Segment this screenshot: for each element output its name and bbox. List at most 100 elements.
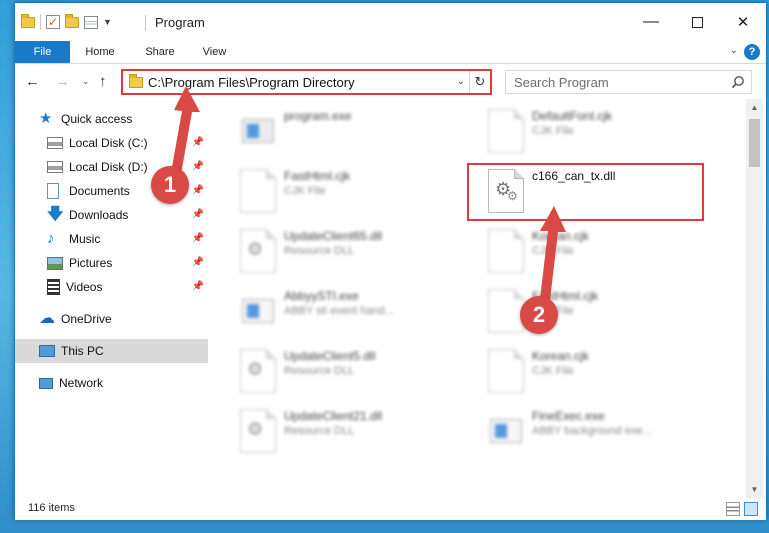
file-type: CJK File [284,185,326,197]
expand-ribbon-icon[interactable]: ⌄ [730,45,738,56]
drive-icon [47,137,63,149]
details-view-icon[interactable] [726,502,740,516]
recent-locations-dropdown-icon[interactable]: ⌄ [82,76,90,87]
up-arrow-icon[interactable]: ↑ [99,73,107,90]
search-placeholder: Search Program [514,75,609,90]
sidebar-item-music[interactable]: ♪ Music 📌 [47,227,208,251]
sidebar-item-label: Videos [66,280,103,294]
callout-arrow-2 [540,206,566,300]
sidebar-item-this-pc[interactable]: This PC [15,339,208,363]
pin-icon: 📌 [191,281,204,292]
network-icon [39,377,53,389]
file-item[interactable]: ⚙ UpdateClient21.dll Resource DLL [212,403,452,461]
sidebar-item-label: Pictures [69,256,113,270]
file-item[interactable]: Korean.cjk CJK File [460,343,700,401]
file-item[interactable]: AbbyySTI.exe ABBY sti event hand... [212,283,452,341]
large-icons-view-icon[interactable] [744,502,758,516]
scroll-up-icon[interactable]: ▲ [746,99,763,116]
sidebar-item-label: Network [59,376,104,390]
file-type: Resource DLL [284,425,355,437]
file-item[interactable]: ⚙ UpdateClient5.dll Resource DLL [212,343,452,401]
window-controls: — ✕ [628,3,766,41]
address-dropdown-icon[interactable]: ⌄ [457,76,465,87]
file-item[interactable]: FastHtml.cjk CJK File [212,163,452,221]
callout-badge-2: 2 [520,296,558,334]
tab-home[interactable]: Home [75,41,125,63]
file-name: FastHtml.cjk [284,169,350,183]
file-name: UpdateClient21.dll [284,409,383,423]
file-name: FineExec.exe [532,409,605,423]
file-name: DefaultFont.cjk [532,109,613,123]
search-input[interactable]: Search Program [505,70,752,94]
sidebar-item-label: Quick access [61,112,133,126]
file-type: Resource DLL [284,365,355,377]
file-name: program.exe [284,109,352,123]
dll-gear-icon: ⚙ [240,409,276,453]
drive-icon [47,161,63,173]
download-arrow-icon: 🡇 [47,206,64,223]
file-highlight-box [467,163,704,221]
item-count: 116 items [28,502,75,514]
file-list: program.exe DefaultFont.cjk CJK File Fas… [212,99,746,498]
dll-gear-icon: ⚙ [240,349,276,393]
file-item[interactable]: program.exe [212,103,452,161]
file-item[interactable]: FineExec.exe ABBY background exe... [460,403,700,461]
back-arrow-icon[interactable]: ← [25,73,40,90]
file-explorer-window: ✓ ▼ Program — ✕ File Home Share View ⌄ ?… [14,2,767,520]
file-name: Korean.cjk [532,349,589,363]
customize-toolbar-dropdown-icon[interactable]: ▼ [103,17,112,27]
file-item[interactable]: ⚙ UpdateClient65.dll Resource DLL [212,223,452,281]
document-icon [488,349,524,393]
minimize-button[interactable]: — [628,3,674,41]
sidebar-item-label: OneDrive [61,312,112,326]
app-icon [488,409,524,453]
refresh-icon[interactable]: ↻ [469,71,490,93]
tab-file[interactable]: File [15,41,70,63]
sidebar-item-label: Local Disk (D:) [69,160,148,174]
sidebar-item-pictures[interactable]: Pictures 📌 [47,251,208,275]
sidebar-item-label: Local Disk (C:) [69,136,148,150]
sidebar-item-network[interactable]: Network [39,371,232,395]
divider [145,15,146,31]
documents-icon [47,183,59,199]
properties-icon[interactable] [84,15,98,29]
document-icon [488,289,524,333]
close-button[interactable]: ✕ [720,3,766,41]
maximize-button[interactable] [674,3,720,41]
file-type: Resource DLL [284,245,355,257]
file-type: ABBY background exe... [532,425,652,437]
folder-icon[interactable] [21,13,35,28]
tab-view[interactable]: View [192,41,237,63]
ribbon-tabs: File Home Share View ⌄ ? [15,41,766,64]
vertical-scrollbar[interactable]: ▲ ▼ [746,99,763,498]
scrollbar-thumb[interactable] [749,119,760,167]
monitor-icon [39,345,55,357]
file-item[interactable]: Korean.cjk CJK File [460,223,700,281]
sidebar-item-label: This PC [61,344,104,358]
properties-check-icon[interactable]: ✓ [46,15,60,29]
window-title: Program [155,15,205,30]
sidebar-item-videos[interactable]: Videos 📌 [47,275,208,299]
help-icon[interactable]: ? [744,44,760,60]
file-item[interactable]: FastHtml.cjk CJK File [460,283,700,341]
document-icon [488,229,524,273]
file-item[interactable]: DefaultFont.cjk CJK File [460,103,700,161]
forward-arrow-icon[interactable]: → [55,73,70,90]
tab-share[interactable]: Share [135,41,185,63]
pin-icon: 📌 [191,185,204,196]
document-icon [240,169,276,213]
new-folder-icon[interactable] [65,13,79,28]
sidebar-item-onedrive[interactable]: ☁ OneDrive [39,307,232,331]
quick-access-toolbar: ✓ ▼ [21,13,112,30]
status-bar: 116 items [15,498,766,520]
title-bar: ✓ ▼ Program — ✕ [15,3,766,41]
sidebar-item-label: Documents [69,184,130,198]
pictures-icon [47,256,63,270]
scroll-down-icon[interactable]: ▼ [746,481,763,498]
file-type: CJK File [532,125,574,137]
sidebar-item-downloads[interactable]: 🡇 Downloads 📌 [47,203,208,227]
file-name: AbbyySTI.exe [284,289,359,303]
search-icon[interactable] [731,75,745,89]
sidebar-item-label: Downloads [69,208,129,222]
file-name: UpdateClient65.dll [284,229,383,243]
